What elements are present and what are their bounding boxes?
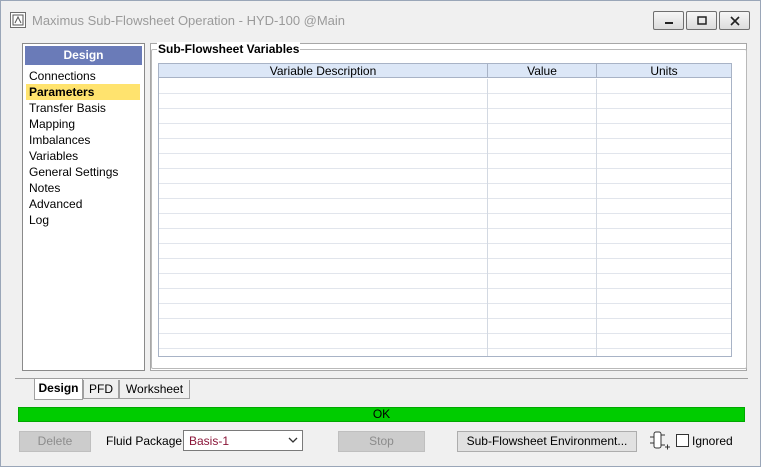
fluid-package-label: Fluid Package: [106, 434, 183, 448]
chevron-down-icon: [288, 437, 298, 443]
nav-item-variables[interactable]: Variables: [26, 148, 140, 164]
nav-item-notes[interactable]: Notes: [26, 180, 140, 196]
ignored-label[interactable]: Ignored: [692, 434, 733, 448]
design-nav-panel: Design Connections Parameters Transfer B…: [22, 43, 145, 371]
column-header-value[interactable]: Value: [487, 64, 596, 78]
column-header-units[interactable]: Units: [596, 64, 731, 78]
nav-item-imbalances[interactable]: Imbalances: [26, 132, 140, 148]
grid-divider: [487, 79, 488, 356]
minimize-icon: [665, 22, 673, 24]
tab-pfd[interactable]: PFD: [83, 380, 119, 399]
maximize-button[interactable]: [686, 11, 717, 30]
grid-header: Variable Description Value Units: [159, 64, 731, 78]
variables-grid[interactable]: Variable Description Value Units: [158, 63, 732, 357]
nav-item-advanced[interactable]: Advanced: [26, 196, 140, 212]
nav-item-mapping[interactable]: Mapping: [26, 116, 140, 132]
app-icon[interactable]: [10, 12, 26, 28]
fluid-package-select[interactable]: Basis-1: [183, 430, 303, 451]
grid-body[interactable]: [159, 79, 731, 356]
minimize-button[interactable]: [653, 11, 684, 30]
title-bar[interactable]: Maximus Sub-Flowsheet Operation - HYD-10…: [1, 1, 760, 37]
tabstrip-divider: [15, 378, 748, 379]
grid-divider: [596, 79, 597, 356]
sub-flowsheet-environment-button[interactable]: Sub-Flowsheet Environment...: [457, 431, 637, 452]
tab-design[interactable]: Design: [34, 379, 83, 400]
group-title: Sub-Flowsheet Variables: [157, 42, 301, 56]
delete-button[interactable]: Delete: [19, 431, 91, 452]
nav-item-transfer-basis[interactable]: Transfer Basis: [26, 100, 140, 116]
nav-item-parameters[interactable]: Parameters: [26, 84, 140, 100]
nav-header: Design: [25, 46, 142, 65]
nav-item-general-settings[interactable]: General Settings: [26, 164, 140, 180]
maximize-icon: [697, 16, 707, 25]
ignored-checkbox[interactable]: [676, 434, 689, 447]
tab-worksheet[interactable]: Worksheet: [119, 380, 190, 399]
status-bar: OK: [18, 407, 745, 422]
column-header-variable-description[interactable]: Variable Description: [159, 64, 487, 78]
stop-button[interactable]: Stop: [338, 431, 425, 452]
fluid-package-value: Basis-1: [189, 434, 230, 448]
column-simulation-icon[interactable]: [648, 429, 672, 453]
close-icon: [730, 16, 740, 26]
close-button[interactable]: [719, 11, 750, 30]
window-title: Maximus Sub-Flowsheet Operation - HYD-10…: [32, 13, 346, 28]
nav-item-log[interactable]: Log: [26, 212, 140, 228]
sub-flowsheet-window: Maximus Sub-Flowsheet Operation - HYD-10…: [0, 0, 761, 467]
nav-item-connections[interactable]: Connections: [26, 68, 140, 84]
